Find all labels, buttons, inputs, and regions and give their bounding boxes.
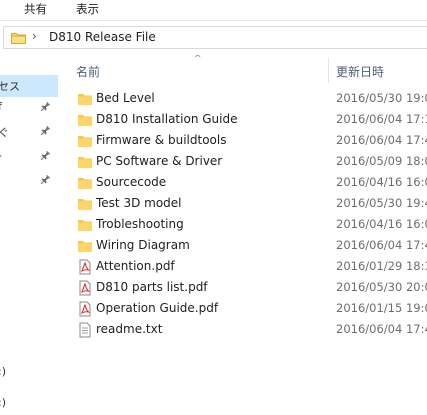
pdf-file-icon [79,301,91,317]
file-name: PC Software & Driver [96,154,223,168]
folder-icon [78,178,92,189]
tab-view[interactable]: 表示 [76,1,99,17]
pin-icon[interactable] [39,101,51,113]
file-name: D810 parts list.pdf [96,280,208,294]
file-name: Bed Level [96,91,155,105]
file-name: Wiring Diagram [96,238,190,252]
file-modified-date: 2016/01/15 19:01 [336,301,427,315]
file-name: Operation Guide.pdf [96,301,219,315]
file-row[interactable]: D810 parts list.pdf 2016/05/30 20:06 [66,277,427,298]
column-divider[interactable] [328,58,329,83]
address-bar[interactable]: › D810 Release File [3,26,427,49]
pin-icon[interactable] [39,150,51,162]
nav-item-drive-2[interactable]: :) [0,393,58,415]
file-row[interactable]: Trobleshooting 2016/04/16 16:08 [66,214,427,235]
folder-icon [78,241,92,252]
pdf-file-icon [79,280,91,296]
nav-item-pinned-3[interactable]: - [0,146,58,168]
file-name: readme.txt [96,322,163,336]
file-row[interactable]: Test 3D model 2016/05/30 19:41 [66,193,427,214]
folder-icon [11,33,26,44]
file-list: ^ 名前 更新日時 Bed Level 2016/05/30 19:05 D81… [66,55,427,415]
tab-share[interactable]: 共有 [24,1,47,17]
file-row[interactable]: Wiring Diagram 2016/06/04 17:40 [66,235,427,256]
pin-icon[interactable] [39,174,51,186]
file-modified-date: 2016/04/16 16:08 [336,175,427,189]
file-modified-date: 2016/06/04 17:41 [336,322,427,336]
folder-icon [78,157,92,168]
nav-item-label: ぐ [0,126,9,139]
folder-icon [78,115,92,126]
file-modified-date: 2016/05/30 19:05 [336,91,427,105]
nav-item-pinned-4[interactable] [0,170,58,192]
column-header-name[interactable]: 名前 [76,63,100,80]
folder-icon [78,220,92,231]
file-name: Test 3D model [96,196,182,210]
pdf-file-icon [79,259,91,275]
file-name: Sourcecode [96,175,167,189]
nav-item-pinned-1[interactable]: f [0,97,58,119]
nav-item-pinned-2[interactable]: ぐ [0,121,58,143]
nav-item-quick-access[interactable]: セス [0,75,58,97]
nav-item-drive-1[interactable]: :) [0,362,58,384]
file-modified-date: 2016/06/04 17:40 [336,238,427,252]
file-row[interactable]: Sourcecode 2016/04/16 16:08 [66,172,427,193]
file-modified-date: 2016/05/30 19:41 [336,196,427,210]
folder-icon [78,94,92,105]
file-modified-date: 2016/04/16 16:08 [336,217,427,231]
file-name: D810 Installation Guide [96,112,238,126]
nav-item-label: セス [0,80,20,93]
ribbon-tab-bar: 共有 表示 [0,0,427,20]
file-modified-date: 2016/05/09 18:09 [336,154,427,168]
ribbon-divider [0,20,427,21]
file-row[interactable]: Operation Guide.pdf 2016/01/15 19:01 [66,298,427,319]
file-row[interactable]: Attention.pdf 2016/01/29 18:39 [66,256,427,277]
file-modified-date: 2016/05/30 20:06 [336,280,427,294]
text-file-icon [79,322,91,338]
pin-icon[interactable] [39,125,51,137]
file-row[interactable]: PC Software & Driver 2016/05/09 18:09 [66,151,427,172]
sort-ascending-icon: ^ [194,55,202,64]
nav-item-label: :) [0,396,6,409]
file-row[interactable]: D810 Installation Guide 2016/06/04 17:18 [66,109,427,130]
file-row[interactable]: Firmware & buildtools 2016/06/04 17:44 [66,130,427,151]
nav-item-label: f [0,100,2,113]
file-modified-date: 2016/06/04 17:18 [336,112,427,126]
folder-icon [78,136,92,147]
column-header-date[interactable]: 更新日時 [336,63,384,80]
folder-icon [78,199,92,210]
file-row[interactable]: readme.txt 2016/06/04 17:41 [66,319,427,340]
nav-item-label: :) [0,365,6,378]
file-name: Firmware & buildtools [96,133,227,147]
file-name: Trobleshooting [96,217,184,231]
navigation-pane: セス f ぐ - :) :) [0,55,60,415]
file-name: Attention.pdf [96,259,175,273]
file-modified-date: 2016/01/29 18:39 [336,259,427,273]
breadcrumb-current-folder[interactable]: D810 Release File [49,30,156,44]
breadcrumb-chevron-icon[interactable]: › [32,29,37,43]
file-modified-date: 2016/06/04 17:44 [336,133,427,147]
nav-item-label: - [0,149,2,162]
file-row[interactable]: Bed Level 2016/05/30 19:05 [66,88,427,109]
